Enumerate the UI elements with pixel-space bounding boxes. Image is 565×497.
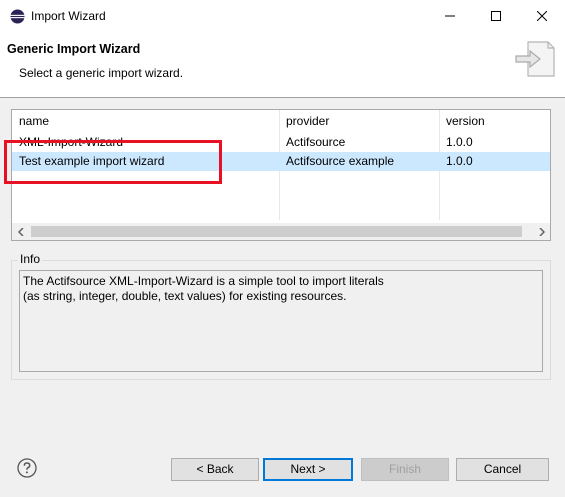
annotation-highlight-box	[4, 140, 222, 184]
horizontal-scrollbar[interactable]	[12, 223, 550, 240]
import-arrow-icon	[515, 41, 555, 77]
wizard-header: Generic Import Wizard Select a generic i…	[0, 32, 565, 98]
close-button[interactable]	[519, 0, 565, 32]
info-text-line: The Actifsource XML-Import-Wizard is a s…	[23, 274, 384, 288]
cell-version: 1.0.0	[446, 154, 473, 168]
scroll-right-button[interactable]	[533, 223, 550, 240]
next-button[interactable]: Next >	[263, 458, 353, 481]
cell-provider: Actifsource example	[286, 154, 395, 168]
column-header-name[interactable]: name	[12, 110, 278, 132]
cell-provider: Actifsource	[286, 135, 346, 149]
finish-button[interactable]: Finish	[361, 458, 449, 481]
close-icon	[537, 11, 547, 21]
page-description: Select a generic import wizard.	[19, 66, 184, 80]
chevron-left-icon	[17, 227, 24, 236]
scrollbar-thumb[interactable]	[31, 226, 522, 237]
info-text-line: (as string, integer, double, text values…	[23, 289, 347, 303]
cell-version: 1.0.0	[446, 135, 473, 149]
scroll-left-button[interactable]	[12, 223, 29, 240]
maximize-button[interactable]	[473, 0, 519, 32]
eclipse-icon	[10, 9, 25, 24]
table-header: name provider version	[12, 110, 550, 132]
info-legend: Info	[18, 252, 43, 266]
info-description: The Actifsource XML-Import-Wizard is a s…	[19, 270, 543, 372]
maximize-icon	[491, 11, 501, 21]
back-button[interactable]: < Back	[171, 458, 259, 481]
column-header-version[interactable]: version	[439, 110, 550, 132]
title-bar: Import Wizard	[0, 0, 565, 32]
help-icon[interactable]	[17, 458, 37, 478]
window-title: Import Wizard	[31, 9, 106, 23]
cancel-button[interactable]: Cancel	[456, 458, 549, 481]
page-title: Generic Import Wizard	[7, 42, 141, 56]
minimize-button[interactable]	[427, 0, 473, 32]
minimize-icon	[445, 15, 455, 17]
column-header-provider[interactable]: provider	[279, 110, 438, 132]
chevron-right-icon	[538, 227, 545, 236]
header-divider	[0, 97, 565, 98]
